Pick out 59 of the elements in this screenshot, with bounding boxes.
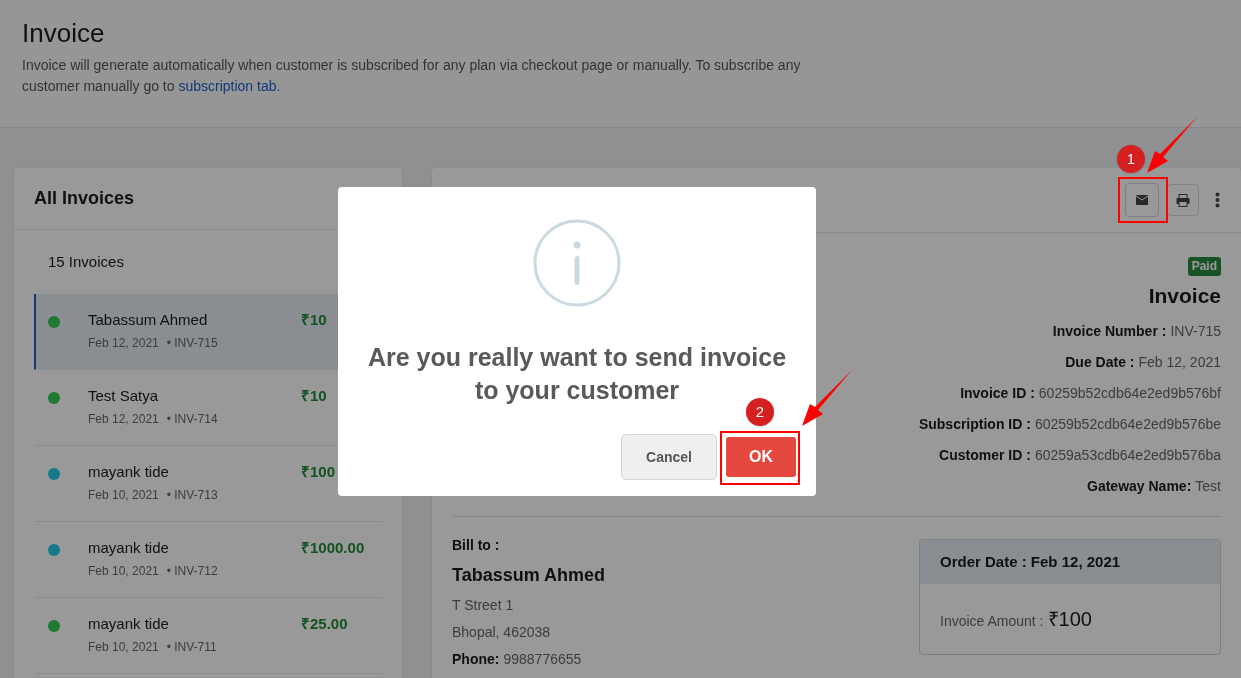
highlight-frame <box>1118 177 1168 223</box>
invoice-date: Feb 10, 2021 <box>88 639 159 656</box>
step-badge: 1 <box>1117 145 1145 173</box>
phone-label: Phone: <box>452 650 500 669</box>
customer-name: Test Satya <box>88 386 160 406</box>
cancel-button[interactable]: Cancel <box>621 434 717 480</box>
invoice-total: ₹100 <box>1047 607 1092 632</box>
invoice-count: 15 Invoices <box>48 251 124 272</box>
order-date: Order Date : Feb 12, 2021 <box>940 551 1121 572</box>
amount-label: Invoice Amount : <box>940 612 1044 631</box>
address-line: Bhopal, 462038 <box>452 623 552 642</box>
field-label: Customer ID : <box>939 446 1031 465</box>
field-label: Subscription ID : <box>918 415 1031 434</box>
phone-value: 9988776655 <box>503 650 582 669</box>
invoice-date: Feb 10, 2021 <box>88 487 159 504</box>
field-value: 60259b52cdb64e2ed9b576bf <box>1038 384 1221 403</box>
invoice-date: Feb 12, 2021 <box>88 411 159 428</box>
field-value: 60259b52cdb64e2ed9b576be <box>1034 415 1221 434</box>
invoice-number: • INV-714 <box>166 411 218 428</box>
invoice-number: • INV-712 <box>166 563 218 580</box>
invoice-list-item[interactable]: mayank tide Feb 10, 2021 • INV-711 ₹25.00 <box>34 598 382 674</box>
mail-icon <box>1136 195 1148 205</box>
invoice-date: Feb 10, 2021 <box>88 563 159 580</box>
ok-button[interactable]: OK <box>726 437 796 477</box>
subscription-link[interactable]: subscription tab. <box>178 78 281 94</box>
info-icon <box>533 219 621 307</box>
email-button[interactable] <box>1125 183 1159 217</box>
field-value: Test <box>1195 477 1221 496</box>
invoice-number: • INV-715 <box>166 335 218 352</box>
field-value: Feb 12, 2021 <box>1138 353 1221 372</box>
field-label: Invoice Number : <box>1052 322 1167 341</box>
invoice-amount: ₹1000.00 <box>301 538 365 558</box>
invoice-number: • INV-713 <box>166 487 218 504</box>
field-value: INV-715 <box>1170 322 1221 341</box>
billing-name: Tabassum Ahmed <box>452 564 606 587</box>
invoice-list-item[interactable]: mayank tide Feb 10, 2021 • INV-712 ₹1000.00 <box>34 522 382 598</box>
field-label: Gateway Name: <box>1087 477 1192 496</box>
customer-name: mayank tide <box>88 538 170 558</box>
field-value: 60259a53cdb64e2ed9b576ba <box>1034 446 1221 465</box>
invoice-amount: ₹25.00 <box>301 614 348 634</box>
invoice-date: Feb 12, 2021 <box>88 335 159 352</box>
kebab-icon <box>1214 192 1220 208</box>
field-label: Due Date : <box>1065 353 1135 372</box>
page-title: Invoice <box>22 17 106 50</box>
invoice-number: • INV-711 <box>166 639 217 656</box>
customer-name: Tabassum Ahmed <box>88 310 209 330</box>
invoice-amount: ₹100 <box>301 462 336 482</box>
printer-icon <box>1176 193 1190 207</box>
invoice-amount: ₹10 <box>301 310 327 330</box>
paid-badge: Paid <box>1187 257 1221 276</box>
customer-name: mayank tide <box>88 462 170 482</box>
page-description: Invoice will generate automatically when customer is subscribed for any plan via checkout page or manually. To subscribe any customer manually go to subscription tab. <box>22 56 802 96</box>
customer-name: mayank tide <box>88 614 170 634</box>
invoice-amount: ₹10 <box>301 386 327 406</box>
field-label: Invoice ID : <box>960 384 1035 403</box>
address-line: T Street 1 <box>452 596 515 615</box>
bill-to-label: Bill to : <box>452 536 501 555</box>
card-title: All Invoices <box>34 187 135 210</box>
invoice-heading: Invoice <box>1148 283 1221 309</box>
